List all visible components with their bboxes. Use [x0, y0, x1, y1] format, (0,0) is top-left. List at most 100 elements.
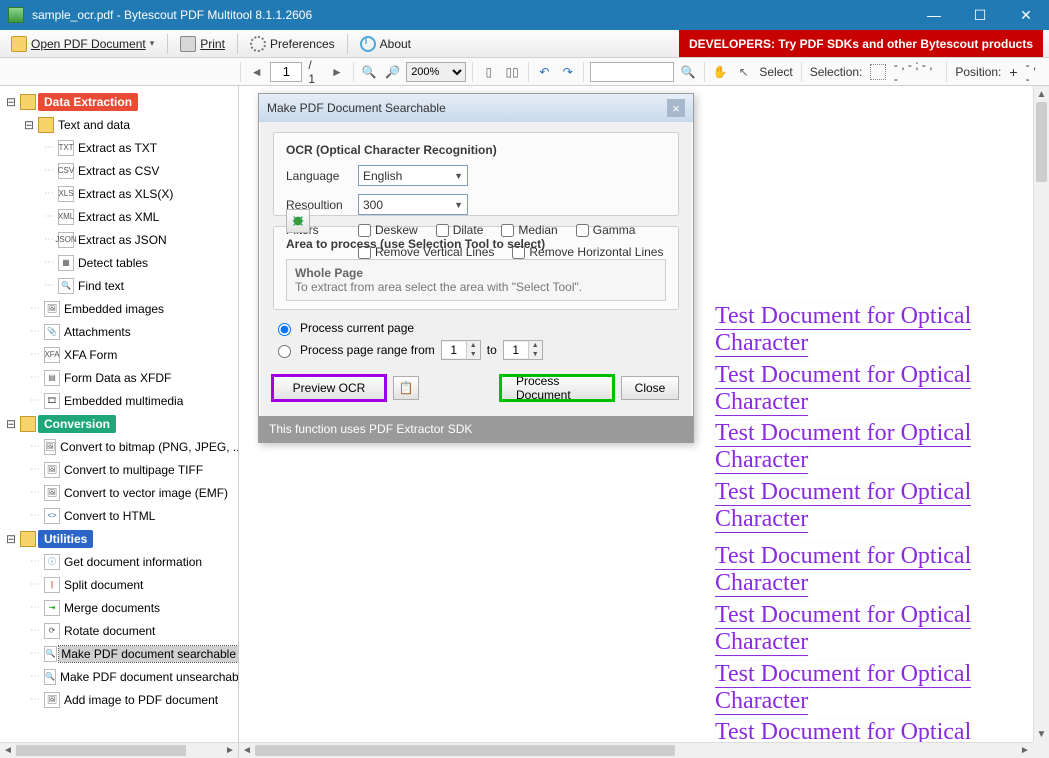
images-icon: 🖼: [44, 301, 60, 317]
info-icon: ⓘ: [44, 554, 60, 570]
ocr-text-line: Test Document for Optical Character: [715, 479, 1033, 533]
select-tool-label: Select: [757, 65, 794, 79]
tree-text-and-data[interactable]: ⊟Text and data: [0, 113, 238, 136]
xls-icon: XLS: [58, 186, 74, 202]
copy-result-button[interactable]: 📋: [393, 376, 419, 400]
range-to-input[interactable]: ▲▼: [503, 340, 543, 360]
process-current-radio[interactable]: [278, 323, 291, 336]
tree-split[interactable]: ⋯|Split document: [0, 573, 238, 596]
searchable-icon: 🔍: [44, 646, 57, 662]
tree-detect-tables[interactable]: ⋯▦Detect tables: [0, 251, 238, 274]
find-button[interactable]: 🔍: [678, 62, 697, 82]
zoom-out-button[interactable]: 🔍: [360, 62, 379, 82]
single-page-button[interactable]: ▯: [479, 62, 498, 82]
median-checkbox[interactable]: Median: [501, 223, 557, 237]
resolution-select[interactable]: 300▼: [358, 194, 468, 215]
tree-conv-emf[interactable]: ⋯🖼Convert to vector image (EMF): [0, 481, 238, 504]
tree-make-unsearchable[interactable]: ⋯🔍Make PDF document unsearchable: [0, 665, 238, 688]
tree-make-searchable[interactable]: ⋯🔍Make PDF document searchable: [0, 642, 238, 665]
ocr-group-heading: OCR (Optical Character Recognition): [286, 143, 666, 157]
maximize-button[interactable]: ☐: [957, 0, 1003, 30]
about-icon: [360, 36, 376, 52]
process-document-button[interactable]: Process Document: [501, 376, 613, 400]
tree-rotate[interactable]: ⋯⟳Rotate document: [0, 619, 238, 642]
ocr-dialog: Make PDF Document Searchable × OCR (Opti…: [258, 93, 694, 443]
menubar: Open PDF Document ▾ Print Preferences Ab…: [0, 30, 1049, 58]
tree-extract-xml[interactable]: ⋯XMLExtract as XML: [0, 205, 238, 228]
folder-open-icon: [20, 94, 36, 110]
tree-cat-data-extraction[interactable]: ⊟Data Extraction: [0, 90, 238, 113]
range-from-input[interactable]: ▲▼: [441, 340, 481, 360]
tree-conv-tiff[interactable]: ⋯🖼Convert to multipage TIFF: [0, 458, 238, 481]
emf-icon: 🖼: [44, 485, 60, 501]
scrollbar-vertical[interactable]: ▲▼: [1033, 86, 1049, 742]
tree-extract-xls[interactable]: ⋯XLSExtract as XLS(X): [0, 182, 238, 205]
ocr-text-line: Test Document for Optical Character: [715, 602, 1033, 656]
position-value: - , -: [1024, 58, 1045, 86]
dialog-close-button[interactable]: ×: [667, 99, 685, 117]
tiff-icon: 🖼: [44, 462, 60, 478]
preferences-button[interactable]: Preferences: [246, 34, 339, 54]
json-icon: JSON: [58, 232, 74, 248]
tree-conv-html[interactable]: ⋯<>Convert to HTML: [0, 504, 238, 527]
csv-icon: CSV: [58, 163, 74, 179]
preview-ocr-button[interactable]: Preview OCR: [273, 376, 385, 400]
chevron-down-icon: ▾: [150, 38, 155, 49]
tree-embedded-multimedia[interactable]: ⋯🎞Embedded multimedia: [0, 389, 238, 412]
tree-cat-conversion[interactable]: ⊟Conversion: [0, 412, 238, 435]
tree-extract-csv[interactable]: ⋯CSVExtract as CSV: [0, 159, 238, 182]
deskew-checkbox[interactable]: Deskew: [358, 223, 418, 237]
ocr-text-line: Test Document for Optical Character: [715, 661, 1033, 715]
tree-merge[interactable]: ⋯⇥Merge documents: [0, 596, 238, 619]
tree-xfa-form[interactable]: ⋯XFAXFA Form: [0, 343, 238, 366]
page-number-input[interactable]: [270, 62, 302, 82]
tree-form-data[interactable]: ⋯▤Form Data as XFDF: [0, 366, 238, 389]
next-page-button[interactable]: ►: [327, 62, 346, 82]
auto-fix-filters-button[interactable]: [286, 209, 310, 233]
tree-extract-txt[interactable]: ⋯TXTExtract as TXT: [0, 136, 238, 159]
gamma-checkbox[interactable]: Gamma: [576, 223, 636, 237]
ocr-text-line: Test Document for Optical Character: [715, 303, 1033, 357]
minimize-button[interactable]: —: [911, 0, 957, 30]
xml-icon: XML: [58, 209, 74, 225]
process-range-label: Process page range from: [300, 343, 435, 357]
split-icon: |: [44, 577, 60, 593]
dev-banner[interactable]: DEVELOPERS: Try PDF SDKs and other Bytes…: [679, 30, 1043, 57]
zoom-select[interactable]: 200%: [406, 62, 466, 82]
rotate-right-button[interactable]: ↷: [558, 62, 577, 82]
tree-add-image[interactable]: ⋯🖼Add image to PDF document: [0, 688, 238, 711]
tree-get-info[interactable]: ⋯ⓘGet document information: [0, 550, 238, 573]
scrollbar-horizontal[interactable]: ◄►: [239, 742, 1033, 758]
about-button[interactable]: About: [356, 34, 415, 54]
selection-type-icon[interactable]: [870, 64, 886, 80]
continuous-page-button[interactable]: ▯▯: [502, 62, 521, 82]
tree-extract-json[interactable]: ⋯JSONExtract as JSON: [0, 228, 238, 251]
zoom-in-button[interactable]: 🔎: [383, 62, 402, 82]
find-input[interactable]: [590, 62, 674, 82]
tree-embedded-images[interactable]: ⋯🖼Embedded images: [0, 297, 238, 320]
print-button[interactable]: Print: [176, 34, 229, 54]
hand-tool-button[interactable]: ✋: [711, 62, 730, 82]
window-title: sample_ocr.pdf - Bytescout PDF Multitool…: [32, 8, 911, 22]
txt-icon: TXT: [58, 140, 74, 156]
rotate-left-button[interactable]: ↶: [535, 62, 554, 82]
tree-cat-utilities[interactable]: ⊟Utilities: [0, 527, 238, 550]
tree-conv-bitmap[interactable]: ⋯🖼Convert to bitmap (PNG, JPEG, ...): [0, 435, 238, 458]
position-target-icon: +: [1007, 64, 1019, 80]
attachment-icon: 📎: [44, 324, 60, 340]
tree-attachments[interactable]: ⋯📎Attachments: [0, 320, 238, 343]
close-dialog-button[interactable]: Close: [621, 376, 679, 400]
close-window-button[interactable]: ✕: [1003, 0, 1049, 30]
process-range-radio[interactable]: [278, 345, 291, 358]
ocr-text-line: Test Document for Optical Character: [715, 362, 1033, 416]
language-select[interactable]: English▼: [358, 165, 468, 186]
sidebar-scrollbar-h[interactable]: ◄►: [0, 742, 238, 758]
form-icon: ▤: [44, 370, 60, 386]
open-pdf-document-button[interactable]: Open PDF Document ▾: [6, 33, 159, 55]
tree-find-text[interactable]: ⋯🔍Find text: [0, 274, 238, 297]
position-label: Position:: [953, 65, 1003, 79]
prev-page-button[interactable]: ◄: [247, 62, 266, 82]
dilate-checkbox[interactable]: Dilate: [436, 223, 484, 237]
table-icon: ▦: [58, 255, 74, 271]
select-tool-button[interactable]: ↖: [734, 62, 753, 82]
